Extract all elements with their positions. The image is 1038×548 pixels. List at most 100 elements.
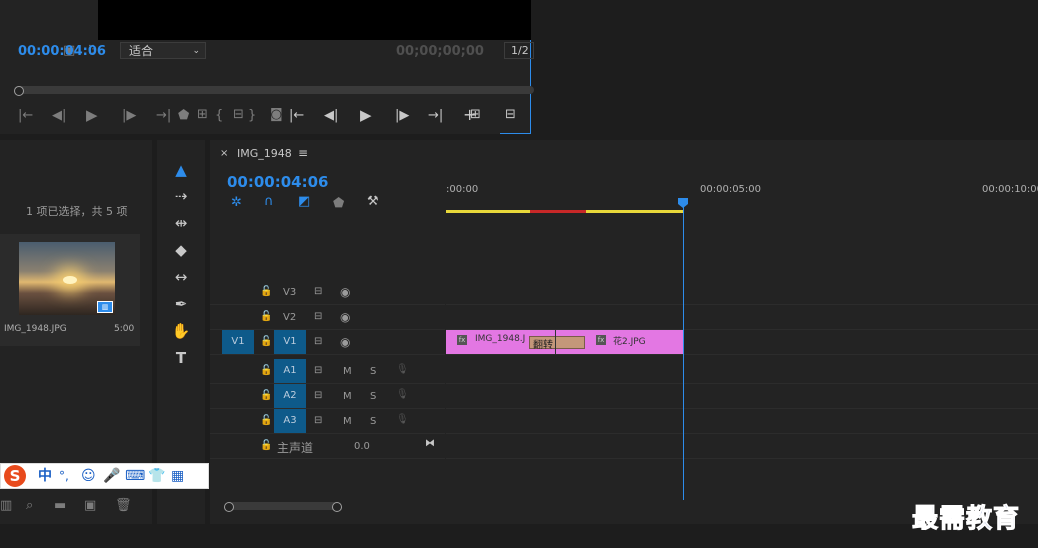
mute-button[interactable]: M	[343, 366, 352, 377]
go-to-in-icon[interactable]: |←	[18, 109, 33, 123]
source-patch-v1[interactable]: V1	[222, 330, 254, 354]
video-clip[interactable]: fx IMG_1948.J 翻转 fx 花2.JPG	[446, 330, 683, 354]
program-timecode[interactable]: 00:00:04:06	[18, 44, 106, 59]
lift-icon[interactable]: ⊞	[470, 108, 481, 122]
mute-button[interactable]: M	[343, 391, 352, 402]
toolbox-icon[interactable]: ▦	[171, 467, 184, 485]
go-to-in-icon[interactable]: |←	[289, 109, 304, 123]
sync-lock-icon[interactable]: ⊟	[314, 286, 322, 297]
step-back-icon[interactable]: ◀|	[52, 109, 66, 123]
keyboard-icon[interactable]: ⌨	[125, 467, 145, 485]
emoji-icon[interactable]: ☺	[81, 467, 96, 485]
track-select-icon[interactable]: ⇢	[171, 186, 191, 206]
lock-icon[interactable]: 🔓	[260, 336, 272, 347]
new-bin-icon[interactable]: ▬	[54, 499, 66, 513]
go-to-out-icon[interactable]: →|	[428, 109, 443, 123]
step-back-icon[interactable]: ◀|	[324, 109, 338, 123]
step-forward-icon[interactable]: |▶	[395, 109, 409, 123]
wrench-icon[interactable]: ⚒	[367, 195, 379, 209]
lane-master[interactable]	[446, 434, 1038, 459]
microphone-icon[interactable]: 🎙	[396, 389, 409, 400]
type-tool-icon[interactable]: T	[171, 348, 191, 368]
time-ruler[interactable]: :00:00 00:00:05:00 00:00:10:00	[446, 180, 1038, 213]
sequence-tab[interactable]: IMG_1948	[237, 147, 292, 160]
trash-icon[interactable]: 🗑	[115, 499, 132, 513]
camera-icon[interactable]: ◙	[270, 108, 283, 122]
lock-icon[interactable]: 🔓	[260, 415, 272, 426]
media-thumbnail[interactable]: ▥	[19, 242, 115, 315]
lane-a2[interactable]	[446, 384, 1038, 409]
go-to-out-icon[interactable]: →|	[156, 109, 171, 123]
slip-tool-icon[interactable]: ↔	[171, 267, 191, 287]
search-icon[interactable]: ⌕	[26, 499, 33, 513]
sogou-logo-icon[interactable]: S	[4, 465, 26, 487]
sync-lock-icon[interactable]: ⊟	[314, 390, 322, 401]
microphone-icon[interactable]: 🎙	[396, 414, 409, 425]
close-icon[interactable]: ×	[220, 148, 228, 159]
ime-punct[interactable]: °,	[59, 467, 69, 485]
pen-tool-icon[interactable]: ✒	[171, 294, 191, 314]
play-icon[interactable]: ▶	[360, 108, 372, 123]
source-timecode[interactable]: 00;00;00;00	[396, 44, 484, 59]
track-target-a1[interactable]: A1	[274, 359, 306, 383]
lock-icon[interactable]: 🔓	[260, 286, 272, 297]
zoom-handle-left[interactable]	[224, 502, 234, 512]
mark-out-icon[interactable]: }	[248, 109, 256, 123]
timeline-zoom-bar[interactable]	[226, 502, 338, 510]
sync-lock-icon[interactable]: ⊟	[314, 336, 322, 347]
microphone-icon[interactable]: 🎤	[103, 467, 120, 485]
sync-lock-icon[interactable]: ⊟	[314, 365, 322, 376]
extract-icon[interactable]: ⊟	[505, 108, 516, 122]
resolution-dropdown[interactable]: 1/2	[504, 42, 534, 59]
track-target-a3[interactable]: A3	[274, 409, 306, 433]
sync-lock-icon[interactable]: ⊟	[314, 415, 322, 426]
track-target-v1[interactable]: V1	[274, 330, 306, 354]
sync-lock-icon[interactable]: ⊟	[314, 311, 322, 322]
timeline-timecode[interactable]: 00:00:04:06	[227, 173, 329, 191]
zoom-dropdown[interactable]: 适合 ⌄	[120, 42, 206, 59]
lane-v2[interactable]	[446, 305, 1038, 330]
eye-icon[interactable]: ◉	[340, 285, 350, 299]
lane-a1[interactable]	[446, 359, 1038, 384]
playhead-line[interactable]	[683, 202, 684, 500]
microphone-icon[interactable]: 🎙	[396, 364, 409, 375]
master-volume[interactable]: 0.0	[354, 441, 370, 452]
razor-tool-icon[interactable]: ◆	[171, 240, 191, 260]
new-item-icon[interactable]: ▣	[84, 499, 96, 513]
list-view-icon[interactable]: ▥	[0, 499, 12, 513]
lock-icon[interactable]: 🔓	[260, 311, 272, 322]
lock-icon[interactable]: 🔓	[260, 440, 272, 451]
eye-icon[interactable]: ◉	[340, 310, 350, 324]
lock-icon[interactable]: 🔓	[260, 365, 272, 376]
eye-icon[interactable]: ◉	[340, 335, 350, 349]
insert-icon[interactable]: ⊞	[197, 108, 208, 122]
hand-tool-icon[interactable]: ✋	[171, 321, 191, 341]
ripple-edit-icon[interactable]: ⇹	[171, 213, 191, 233]
snap-icon[interactable]: ∩	[264, 195, 274, 209]
linked-selection-icon[interactable]: ◩	[298, 195, 310, 209]
lane-v3[interactable]	[446, 280, 1038, 305]
zoom-handle-right[interactable]	[332, 502, 342, 512]
overwrite-icon[interactable]: ⊟	[233, 108, 244, 122]
mark-in-icon[interactable]: {	[215, 109, 223, 123]
program-scrub-knob[interactable]	[14, 86, 24, 96]
tab-menu-icon[interactable]: ≡	[298, 146, 308, 160]
skin-icon[interactable]: 👕	[148, 467, 165, 485]
ime-language[interactable]: 中	[38, 467, 52, 485]
selection-tool-icon[interactable]: ▲	[171, 160, 191, 180]
lock-icon[interactable]: 🔓	[260, 390, 272, 401]
solo-button[interactable]: S	[370, 366, 376, 377]
media-item[interactable]: ▥ IMG_1948.JPG 5:00	[0, 234, 140, 346]
play-icon[interactable]: ▶	[86, 108, 98, 123]
track-target-a2[interactable]: A2	[274, 384, 306, 408]
master-expand-icon[interactable]: ⧓	[425, 438, 435, 449]
lane-a3[interactable]	[446, 409, 1038, 434]
program-scrub-bar[interactable]	[14, 86, 534, 94]
mute-button[interactable]: M	[343, 416, 352, 427]
add-marker-icon[interactable]: ⬟	[178, 109, 189, 123]
step-forward-icon[interactable]: |▶	[122, 109, 136, 123]
solo-button[interactable]: S	[370, 391, 376, 402]
add-marker-icon[interactable]: ⬟	[333, 197, 344, 211]
solo-button[interactable]: S	[370, 416, 376, 427]
nest-icon[interactable]: ✲	[231, 196, 242, 210]
